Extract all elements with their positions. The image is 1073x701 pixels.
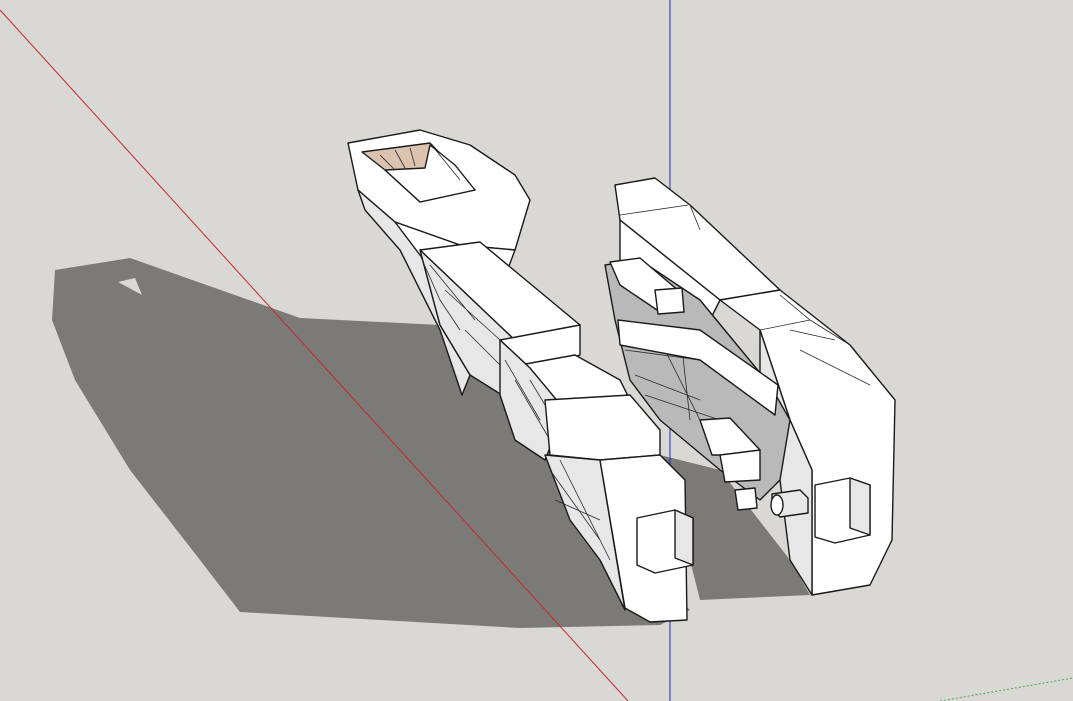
3d-viewport[interactable]: [0, 0, 1073, 701]
